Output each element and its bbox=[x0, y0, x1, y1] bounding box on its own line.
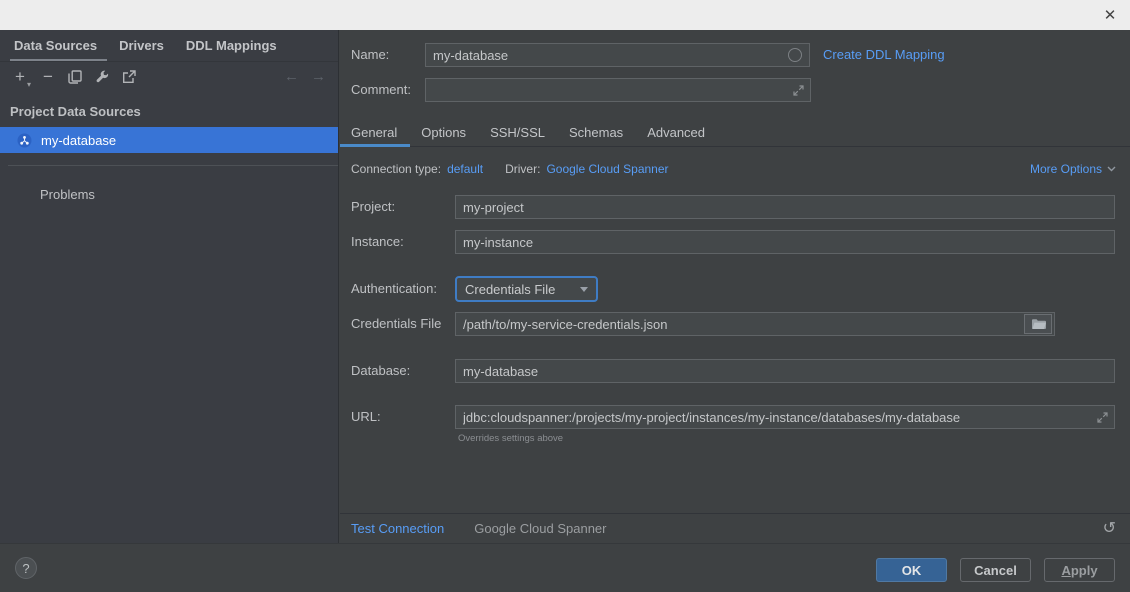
forward-icon[interactable]: → bbox=[311, 68, 326, 85]
database-input[interactable] bbox=[456, 360, 1114, 382]
url-input[interactable] bbox=[456, 406, 1097, 428]
credentials-file-input[interactable] bbox=[456, 313, 1024, 335]
instance-input[interactable] bbox=[456, 231, 1114, 253]
tab-general[interactable]: General bbox=[351, 118, 397, 146]
close-icon[interactable]: ✕ bbox=[1098, 3, 1122, 27]
folder-icon bbox=[1031, 318, 1046, 330]
history-nav: ← → bbox=[284, 68, 326, 85]
instance-field-box bbox=[455, 230, 1115, 254]
test-connection-row: Test Connection Google Cloud Spanner ↺ bbox=[340, 514, 1130, 543]
driver-value-link[interactable]: Google Cloud Spanner bbox=[546, 162, 668, 176]
url-field-box bbox=[455, 405, 1115, 429]
duplicate-icon[interactable] bbox=[66, 68, 84, 86]
create-ddl-mapping-link[interactable]: Create DDL Mapping bbox=[823, 43, 945, 67]
authentication-label: Authentication: bbox=[351, 277, 437, 301]
url-expand-icon[interactable] bbox=[1097, 412, 1108, 423]
data-sources-dialog: ✕ Data Sources Drivers DDL Mappings + ▾ … bbox=[0, 0, 1130, 592]
tab-data-sources[interactable]: Data Sources bbox=[14, 30, 97, 61]
comment-label: Comment: bbox=[351, 78, 411, 102]
cloud-spanner-icon bbox=[17, 133, 32, 148]
project-data-sources-label: Project Data Sources bbox=[0, 91, 338, 127]
test-driver-name: Google Cloud Spanner bbox=[474, 521, 606, 536]
comment-input[interactable] bbox=[426, 79, 793, 101]
cancel-button[interactable]: Cancel bbox=[960, 558, 1031, 582]
sidebar-toolbar: + ▾ − bbox=[0, 62, 338, 91]
tab-ssh-ssl[interactable]: SSH/SSL bbox=[490, 118, 545, 146]
footer-buttons: OK Cancel Apply bbox=[876, 558, 1115, 582]
undo-icon[interactable]: ↺ bbox=[1103, 521, 1116, 537]
data-source-label: my-database bbox=[41, 133, 116, 148]
tab-options[interactable]: Options bbox=[421, 118, 466, 146]
connection-type-row: Connection type: default Driver: Google … bbox=[351, 156, 1116, 182]
window-titlebar: ✕ bbox=[0, 0, 1130, 30]
driver-label: Driver: bbox=[505, 162, 540, 176]
name-label: Name: bbox=[351, 43, 389, 67]
test-connection-link[interactable]: Test Connection bbox=[351, 521, 444, 536]
dropdown-caret-icon bbox=[580, 287, 588, 292]
instance-label: Instance: bbox=[351, 230, 404, 254]
dialog-footer: ? OK Cancel Apply bbox=[0, 543, 1130, 592]
apply-button[interactable]: Apply bbox=[1044, 558, 1115, 582]
data-source-item-my-database[interactable]: my-database bbox=[0, 127, 338, 153]
project-field-box bbox=[455, 195, 1115, 219]
more-options-link[interactable]: More Options bbox=[1030, 162, 1116, 176]
connection-type-value-link[interactable]: default bbox=[447, 162, 483, 176]
url-label: URL: bbox=[351, 405, 381, 429]
add-icon[interactable]: + ▾ bbox=[10, 68, 30, 86]
authentication-selected-value: Credentials File bbox=[465, 282, 555, 297]
remove-icon[interactable]: − bbox=[39, 68, 57, 86]
open-in-new-window-icon[interactable] bbox=[120, 68, 138, 86]
browse-file-button[interactable] bbox=[1024, 314, 1052, 334]
name-field-box bbox=[425, 43, 810, 67]
comment-field-box bbox=[425, 78, 811, 102]
database-label: Database: bbox=[351, 359, 410, 383]
url-note: Overrides settings above bbox=[458, 433, 563, 444]
project-label: Project: bbox=[351, 195, 395, 219]
comment-row: Comment: bbox=[340, 78, 1130, 102]
wrench-icon[interactable] bbox=[93, 68, 111, 86]
status-circle-icon bbox=[788, 48, 802, 62]
help-button[interactable]: ? bbox=[15, 557, 37, 579]
ok-button[interactable]: OK bbox=[876, 558, 947, 582]
tab-advanced[interactable]: Advanced bbox=[647, 118, 705, 146]
authentication-dropdown[interactable]: Credentials File bbox=[455, 276, 598, 302]
project-input[interactable] bbox=[456, 196, 1114, 218]
credentials-file-field-box bbox=[455, 312, 1055, 336]
detail-tab-strip: General Options SSH/SSL Schemas Advanced bbox=[340, 118, 1130, 147]
sidebar: Data Sources Drivers DDL Mappings + ▾ − bbox=[0, 30, 339, 543]
name-input[interactable] bbox=[426, 44, 788, 66]
add-dropdown-caret-icon: ▾ bbox=[27, 80, 31, 89]
problems-node[interactable]: Problems bbox=[0, 166, 338, 202]
main-panel: Name: Create DDL Mapping Comment: Gener bbox=[340, 30, 1130, 543]
back-icon[interactable]: ← bbox=[284, 68, 299, 85]
credentials-file-label: Credentials File bbox=[351, 312, 441, 336]
sidebar-tab-strip: Data Sources Drivers DDL Mappings bbox=[0, 30, 338, 62]
chevron-down-icon bbox=[1107, 166, 1116, 172]
tab-drivers[interactable]: Drivers bbox=[119, 30, 164, 61]
expand-icon[interactable] bbox=[793, 85, 804, 96]
database-field-box bbox=[455, 359, 1115, 383]
tab-ddl-mappings[interactable]: DDL Mappings bbox=[186, 30, 277, 61]
tab-schemas[interactable]: Schemas bbox=[569, 118, 623, 146]
connection-type-label: Connection type: bbox=[351, 162, 441, 176]
name-row: Name: Create DDL Mapping bbox=[340, 43, 1130, 67]
